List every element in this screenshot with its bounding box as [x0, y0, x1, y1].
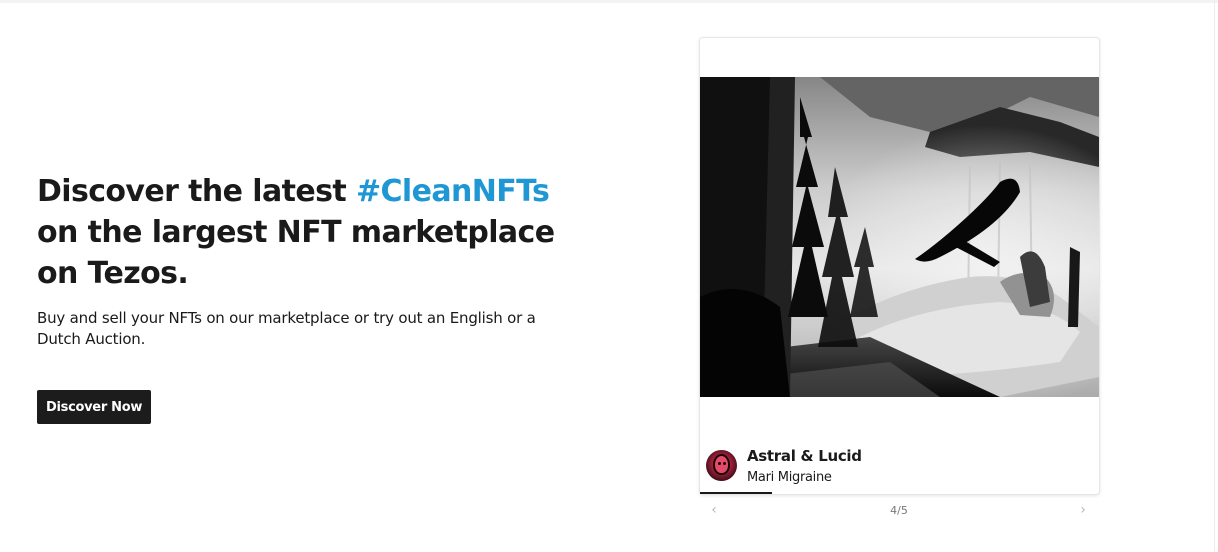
hero-title: Discover the latest #CleanNFTs on the la…	[37, 171, 597, 294]
carousel-progress-bar	[700, 492, 772, 494]
avatar-eye-right	[723, 462, 726, 465]
nft-artist-name[interactable]: Mari Migraine	[747, 470, 832, 485]
nft-meta: Astral & Lucid Mari Migraine	[706, 443, 1086, 487]
carousel-counter: 4/5	[890, 504, 908, 517]
avatar-eye-left	[718, 462, 721, 465]
scrollbar-edge	[1214, 0, 1215, 552]
hero-subtitle: Buy and sell your NFTs on our marketplac…	[37, 309, 536, 348]
hero-title-hashtag[interactable]: #CleanNFTs	[356, 174, 550, 209]
hero-title-part2: on the largest NFT marketplace on Tezos.	[37, 215, 555, 291]
header-divider	[0, 0, 1218, 3]
discover-now-button[interactable]: Discover Now	[37, 390, 152, 424]
artist-avatar[interactable]	[706, 450, 737, 481]
avatar-face-shape	[715, 456, 728, 473]
hero-section: Discover the latest #CleanNFTs on the la…	[37, 171, 597, 350]
chevron-right-icon[interactable]: ›	[1073, 500, 1093, 520]
nft-title[interactable]: Astral & Lucid	[747, 447, 862, 465]
hero-title-part1: Discover the latest	[37, 174, 356, 209]
featured-nft-card[interactable]: Astral & Lucid Mari Migraine	[699, 37, 1100, 495]
nft-artwork-image[interactable]	[700, 77, 1099, 397]
chevron-left-icon[interactable]: ‹	[704, 500, 724, 520]
